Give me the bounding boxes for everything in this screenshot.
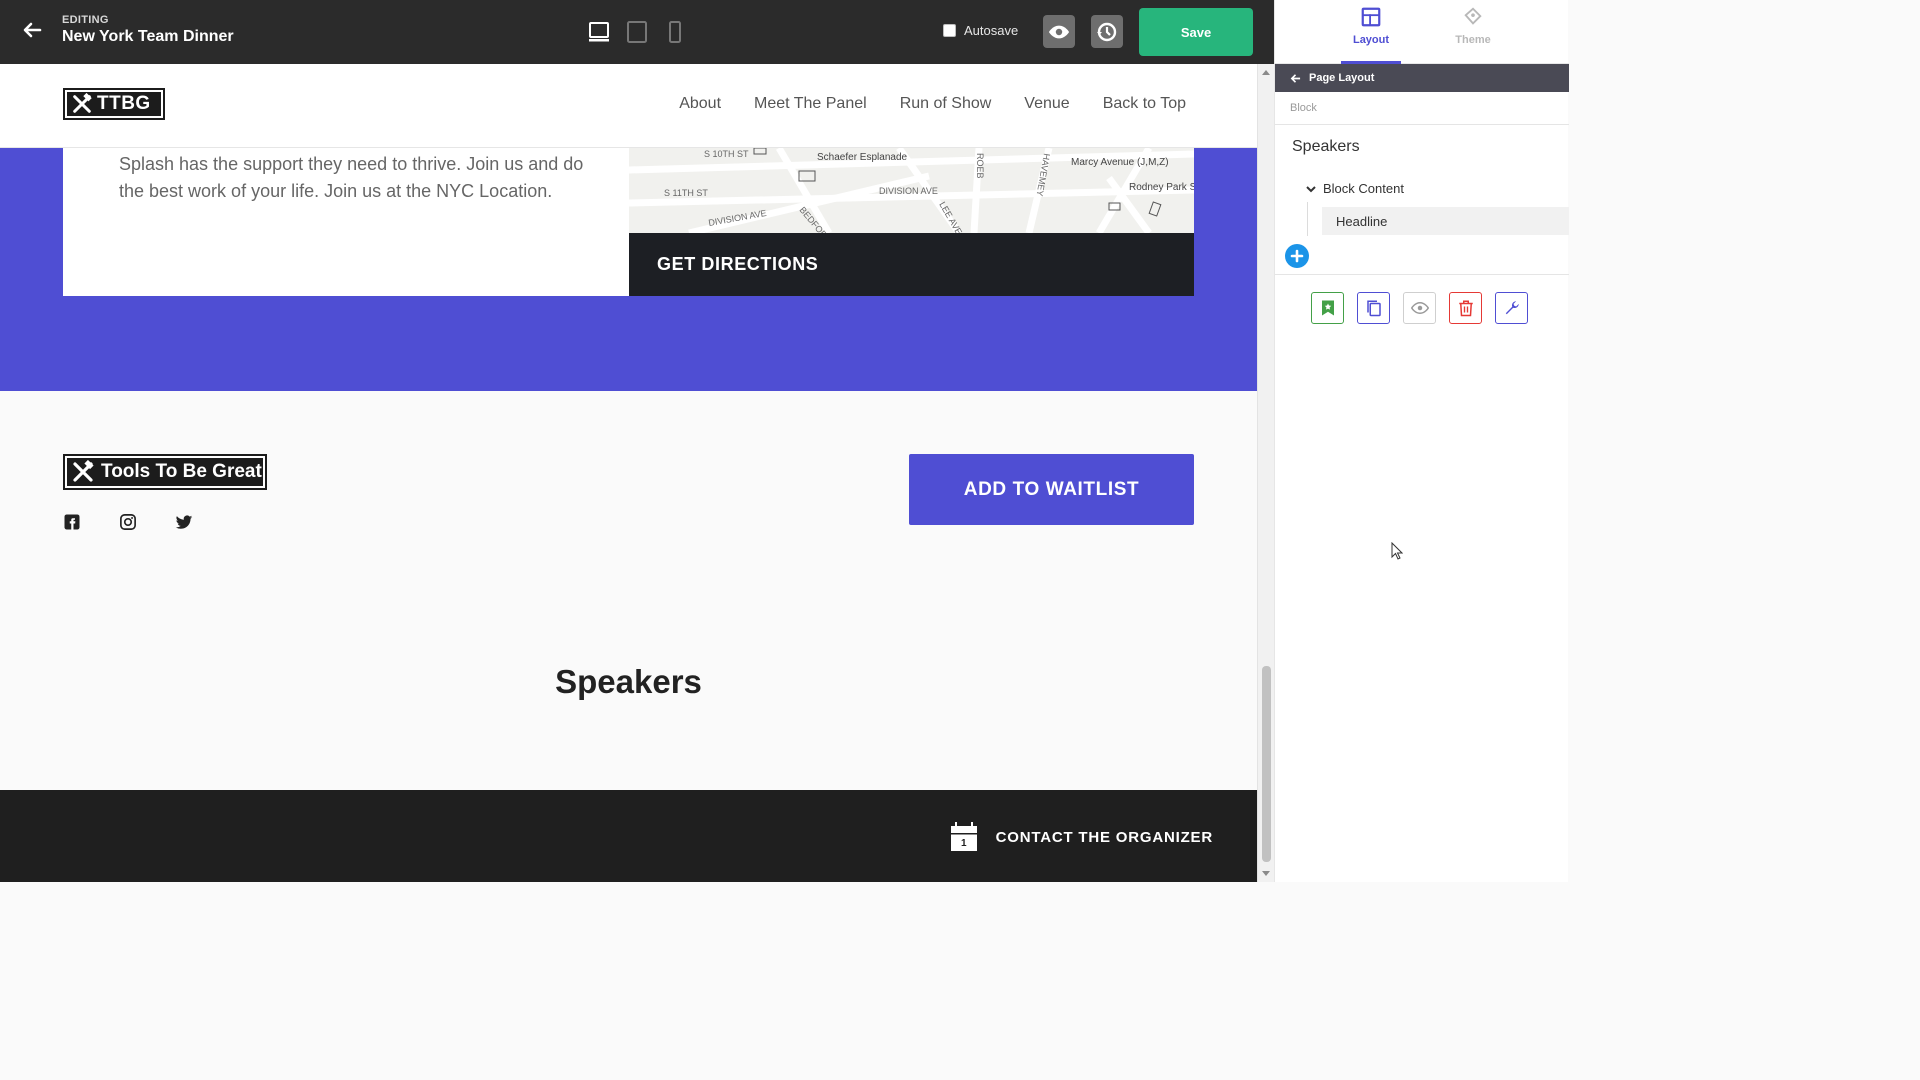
plus-icon bbox=[1290, 249, 1304, 263]
tree-item-block-content[interactable]: Block Content bbox=[1306, 181, 1404, 196]
nav-item-meet-the-panel[interactable]: Meet The Panel bbox=[754, 95, 867, 113]
nav-item-run-of-show[interactable]: Run of Show bbox=[900, 95, 992, 113]
map-label: DIVISION AVE bbox=[879, 186, 938, 196]
map-label: ROEB bbox=[975, 153, 985, 179]
history-icon bbox=[1097, 22, 1117, 41]
footer-logo-text: Tools To Be Great bbox=[101, 461, 262, 482]
map-label: LEE AVE bbox=[937, 200, 964, 233]
tablet-view-icon[interactable] bbox=[625, 20, 649, 44]
layout-icon bbox=[1361, 7, 1381, 27]
add-to-waitlist-button[interactable]: ADD TO WAITLIST bbox=[909, 454, 1194, 525]
venue-section: Splash has the support they need to thri… bbox=[0, 148, 1257, 391]
autosave-toggle[interactable]: Autosave bbox=[943, 23, 1018, 38]
site-logo[interactable]: TTBG bbox=[63, 88, 165, 120]
tree-item-label: Block Content bbox=[1323, 181, 1404, 196]
block-type-label: Block bbox=[1290, 102, 1317, 114]
site-logo-text: TTBG bbox=[97, 93, 151, 114]
site-header: TTBG About Meet The Panel Run of Show Ve… bbox=[0, 64, 1257, 148]
divider bbox=[1275, 124, 1569, 125]
nav-item-about[interactable]: About bbox=[679, 95, 721, 113]
theme-brush-icon bbox=[1464, 7, 1482, 25]
tab-theme[interactable]: Theme bbox=[1443, 0, 1503, 64]
panel-tabs: Layout Theme bbox=[1275, 0, 1569, 64]
scroll-up-arrow-icon[interactable] bbox=[1262, 70, 1270, 75]
wrench-icon bbox=[1505, 301, 1519, 315]
map-label: Schaefer Esplanade bbox=[817, 152, 908, 163]
bookmark-star-icon bbox=[1321, 300, 1334, 316]
tree-item-headline[interactable]: Headline bbox=[1322, 207, 1569, 235]
page-title: New York Team Dinner bbox=[62, 28, 234, 45]
back-arrow-icon bbox=[1290, 73, 1301, 83]
contact-bar: 1 CONTACT THE ORGANIZER bbox=[0, 790, 1257, 882]
editing-label: EDITING bbox=[62, 14, 109, 26]
tools-icon bbox=[73, 460, 94, 482]
nav-item-venue[interactable]: Venue bbox=[1024, 95, 1069, 113]
hide-block-button[interactable] bbox=[1403, 292, 1436, 324]
calendar-day: 1 bbox=[961, 838, 967, 849]
page-layout-breadcrumb[interactable]: Page Layout bbox=[1275, 64, 1569, 92]
autosave-checkbox[interactable] bbox=[943, 24, 956, 37]
scrollbar-thumb[interactable] bbox=[1262, 666, 1271, 862]
editor-side-panel: Layout Theme Page Layout Block Speakers … bbox=[1274, 0, 1569, 882]
copy-icon bbox=[1366, 300, 1381, 317]
footer-logo[interactable]: Tools To Be Great bbox=[63, 454, 267, 490]
save-button[interactable]: Save bbox=[1139, 8, 1253, 56]
eye-icon bbox=[1410, 301, 1429, 315]
scroll-down-arrow-icon[interactable] bbox=[1262, 871, 1270, 876]
map-label: Marcy Avenue (J,M,Z) bbox=[1071, 157, 1169, 168]
tab-layout[interactable]: Layout bbox=[1341, 0, 1401, 64]
get-directions-button[interactable]: GET DIRECTIONS bbox=[629, 233, 1194, 296]
speakers-heading[interactable]: Speakers bbox=[0, 663, 1257, 701]
tree-connector bbox=[1307, 202, 1308, 236]
facebook-icon[interactable] bbox=[63, 513, 81, 531]
calendar-icon: 1 bbox=[950, 822, 977, 851]
block-settings-button[interactable] bbox=[1495, 292, 1528, 324]
twitter-icon[interactable] bbox=[175, 513, 193, 531]
venue-card: Splash has the support they need to thri… bbox=[63, 148, 629, 296]
editor-topbar: EDITING New York Team Dinner Autosave Sa… bbox=[0, 0, 1274, 64]
back-arrow-icon[interactable] bbox=[20, 18, 44, 42]
map-label: S 11TH ST bbox=[664, 188, 708, 198]
map-graphic: S 10TH ST S 11TH ST DIVISION AVE DIVISIO… bbox=[629, 148, 1194, 233]
chevron-down-icon bbox=[1306, 185, 1316, 192]
divider bbox=[1275, 274, 1569, 275]
social-links bbox=[63, 513, 193, 531]
venue-map[interactable]: S 10TH ST S 11TH ST DIVISION AVE DIVISIO… bbox=[629, 148, 1194, 233]
duplicate-block-button[interactable] bbox=[1357, 292, 1390, 324]
mouse-cursor-icon bbox=[1391, 542, 1403, 560]
page-canvas: TTBG About Meet The Panel Run of Show Ve… bbox=[0, 64, 1257, 882]
bookmark-block-button[interactable] bbox=[1311, 292, 1344, 324]
canvas-scrollbar[interactable] bbox=[1257, 64, 1274, 882]
contact-organizer-link[interactable]: 1 CONTACT THE ORGANIZER bbox=[950, 822, 1213, 852]
map-label: Rodney Park South bbox=[1129, 182, 1194, 193]
block-title: Speakers bbox=[1292, 138, 1360, 155]
map-label: S 10TH ST bbox=[704, 149, 749, 159]
history-button[interactable] bbox=[1091, 15, 1123, 48]
venue-description: Splash has the support they need to thri… bbox=[119, 154, 584, 201]
add-block-button[interactable] bbox=[1285, 244, 1309, 268]
desktop-view-icon[interactable] bbox=[587, 20, 611, 44]
delete-block-button[interactable] bbox=[1449, 292, 1482, 324]
nav-item-back-to-top[interactable]: Back to Top bbox=[1103, 95, 1186, 113]
trash-icon bbox=[1458, 300, 1473, 317]
footer-section: Tools To Be Great ADD TO WAITLIST Speake… bbox=[0, 391, 1257, 790]
preview-button[interactable] bbox=[1043, 15, 1075, 48]
tab-theme-label: Theme bbox=[1455, 34, 1491, 46]
contact-organizer-label: CONTACT THE ORGANIZER bbox=[995, 828, 1213, 846]
tools-icon bbox=[73, 93, 92, 113]
block-actions bbox=[1311, 292, 1528, 324]
tab-layout-label: Layout bbox=[1352, 34, 1390, 46]
site-nav: About Meet The Panel Run of Show Venue B… bbox=[679, 95, 1186, 113]
instagram-icon[interactable] bbox=[119, 513, 137, 531]
autosave-label: Autosave bbox=[964, 23, 1019, 38]
breadcrumb-label: Page Layout bbox=[1309, 72, 1375, 84]
eye-icon bbox=[1048, 25, 1070, 38]
mobile-view-icon[interactable] bbox=[663, 20, 687, 44]
